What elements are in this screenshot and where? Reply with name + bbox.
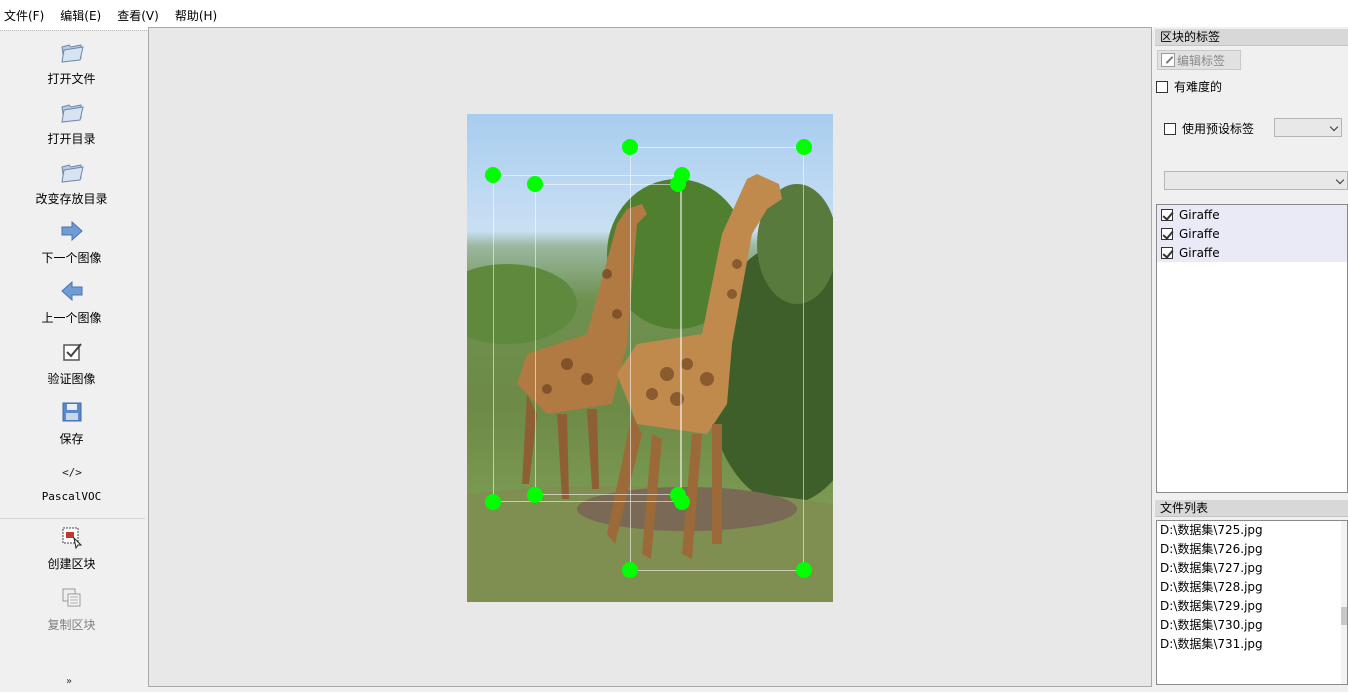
file-list-item[interactable]: D:\数据集\726.jpg (1157, 540, 1347, 559)
left-toolbar: 打开文件 打开目录 改变存放目录 下一个图像 上一个图像 验证图像 保存 </>… (0, 30, 147, 692)
next-image-label: 下一个图像 (41, 251, 102, 265)
use-default-label-checkbox[interactable]: 使用预设标签 (1164, 120, 1254, 137)
arrow-left-icon (60, 280, 82, 302)
label-item-text: Giraffe (1179, 226, 1220, 241)
scrollbar-thumb[interactable] (1341, 607, 1347, 625)
box-handle[interactable] (796, 139, 812, 155)
verify-image-label: 验证图像 (47, 372, 96, 386)
bounding-box[interactable] (630, 147, 804, 571)
default-label-dropdown[interactable] (1274, 118, 1342, 137)
box-handle[interactable] (670, 176, 686, 192)
difficult-checkbox-box[interactable] (1156, 80, 1168, 93)
label-list-item[interactable]: Giraffe (1157, 205, 1347, 224)
menu-view[interactable]: 查看(V) (117, 7, 159, 24)
change-save-dir-label: 改变存放目录 (35, 192, 108, 206)
right-dock: 区块的标签 编辑标签 有难度的 使用预设标签 Giraffe Giraffe G… (1153, 27, 1348, 692)
file-list: D:\数据集\725.jpg D:\数据集\726.jpg D:\数据集\727… (1156, 520, 1348, 685)
change-save-dir-button[interactable]: 改变存放目录 (0, 159, 143, 207)
box-handle[interactable] (622, 562, 638, 578)
open-dir-button[interactable]: 打开目录 (0, 99, 143, 147)
chevron-down-icon (1335, 175, 1345, 185)
edit-label-button[interactable]: 编辑标签 (1157, 50, 1241, 70)
open-dir-label: 打开目录 (47, 132, 96, 146)
status-bar (0, 687, 1348, 692)
prev-image-label: 上一个图像 (41, 311, 102, 325)
svg-text:</>: </> (62, 466, 82, 479)
box-handle[interactable] (622, 139, 638, 155)
box-handle[interactable] (485, 494, 501, 510)
toolbar-separator (0, 518, 145, 519)
copy-icon (62, 588, 80, 607)
toolbar-expand-icon[interactable]: » (66, 676, 72, 687)
open-file-label: 打开文件 (47, 72, 96, 86)
label-list: Giraffe Giraffe Giraffe (1156, 204, 1348, 493)
label-list-item[interactable]: Giraffe (1157, 243, 1347, 262)
label-filter-dropdown[interactable] (1164, 171, 1348, 190)
label-visible-checkbox[interactable] (1161, 246, 1173, 259)
file-list-item[interactable]: D:\数据集\727.jpg (1157, 559, 1347, 578)
copy-box-button[interactable]: 复制区块 (0, 585, 143, 633)
use-default-label: 使用预设标签 (1182, 122, 1255, 136)
menu-file[interactable]: 文件(F) (4, 7, 44, 24)
file-list-item[interactable]: D:\数据集\725.jpg (1157, 521, 1347, 540)
image-canvas[interactable] (148, 27, 1152, 687)
box-handle[interactable] (485, 167, 501, 183)
label-visible-checkbox[interactable] (1161, 227, 1173, 240)
create-box-label: 创建区块 (47, 557, 96, 571)
difficult-label: 有难度的 (1174, 80, 1223, 94)
menu-edit[interactable]: 编辑(E) (60, 7, 101, 24)
floppy-disk-icon (62, 402, 81, 422)
file-panel-title: 文件列表 (1155, 500, 1348, 517)
folder-open-icon (60, 104, 84, 123)
folder-open-icon (60, 164, 84, 183)
check-box-icon (62, 343, 82, 361)
use-default-checkbox-box[interactable] (1164, 122, 1176, 135)
format-label: PascalVOC (41, 490, 102, 503)
file-list-item[interactable]: D:\数据集\731.jpg (1157, 635, 1347, 654)
box-handle[interactable] (527, 176, 543, 192)
code-icon: </> (62, 466, 82, 479)
label-item-text: Giraffe (1179, 245, 1220, 260)
box-handle[interactable] (796, 562, 812, 578)
chevron-down-icon (1329, 122, 1339, 132)
edit-label-text: 编辑标签 (1177, 53, 1226, 68)
box-handle[interactable] (527, 487, 543, 503)
arrow-right-icon (61, 220, 83, 242)
edit-icon (1161, 53, 1175, 67)
box-handle[interactable] (670, 487, 686, 503)
giraffe-image (467, 114, 833, 602)
file-list-item[interactable]: D:\数据集\729.jpg (1157, 597, 1347, 616)
copy-box-label: 复制区块 (47, 618, 96, 632)
label-list-item[interactable]: Giraffe (1157, 224, 1347, 243)
prev-image-button[interactable]: 上一个图像 (0, 278, 143, 326)
create-rect-icon (62, 527, 82, 550)
label-item-text: Giraffe (1179, 207, 1220, 222)
folder-open-icon (60, 44, 84, 63)
format-toggle-button[interactable]: </> PascalVOC (0, 459, 143, 503)
label-visible-checkbox[interactable] (1161, 208, 1173, 221)
file-list-item[interactable]: D:\数据集\728.jpg (1157, 578, 1347, 597)
verify-image-button[interactable]: 验证图像 (0, 339, 143, 387)
menu-help[interactable]: 帮助(H) (175, 7, 217, 24)
difficult-checkbox[interactable]: 有难度的 (1156, 78, 1222, 95)
menu-bar: 文件(F) 编辑(E) 查看(V) 帮助(H) (0, 0, 1348, 30)
open-file-button[interactable]: 打开文件 (0, 39, 143, 87)
labels-panel-title: 区块的标签 (1155, 29, 1348, 46)
create-box-button[interactable]: 创建区块 (0, 524, 143, 572)
next-image-button[interactable]: 下一个图像 (0, 218, 143, 266)
save-label: 保存 (59, 432, 84, 446)
file-list-scrollbar[interactable] (1341, 521, 1347, 684)
save-button[interactable]: 保存 (0, 399, 143, 447)
file-list-item[interactable]: D:\数据集\730.jpg (1157, 616, 1347, 635)
